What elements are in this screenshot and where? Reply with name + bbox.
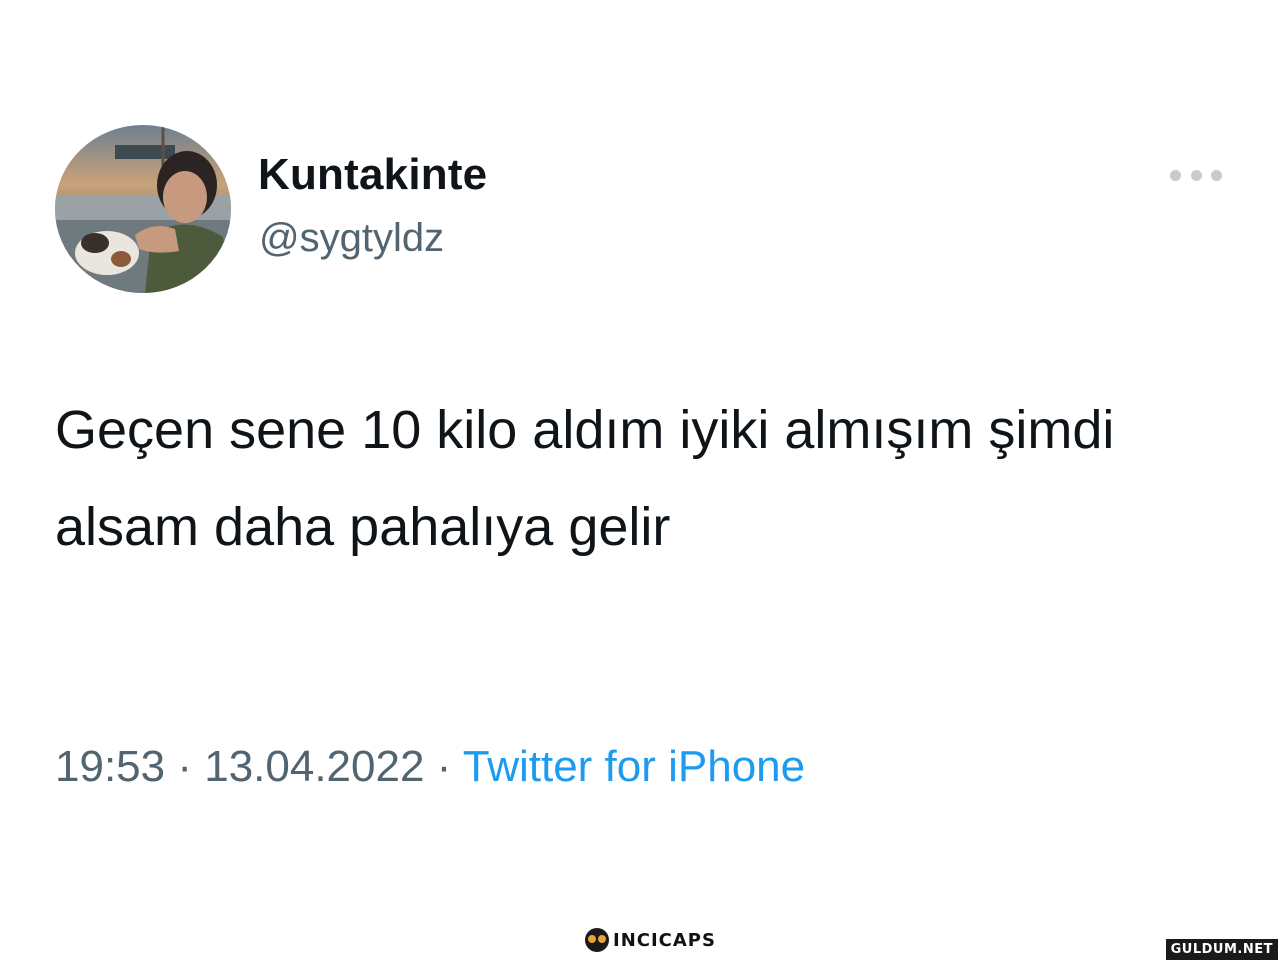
tweet-card: Kuntakinte @sygtyldz Geçen sene 10 kilo … — [0, 0, 1280, 962]
user-handle[interactable]: @sygtyldz — [259, 216, 444, 261]
brand-watermark: INCICAPS — [585, 928, 716, 952]
brand-watermark-text: INCICAPS — [613, 929, 716, 951]
more-horizontal-icon[interactable] — [1170, 164, 1222, 186]
more-dot — [1170, 169, 1181, 181]
more-dot — [1190, 169, 1202, 181]
tweet-date[interactable]: 13.04.2022 — [204, 742, 424, 791]
more-dot — [1211, 169, 1222, 181]
display-name[interactable]: Kuntakinte — [258, 150, 487, 200]
tweet-text: Geçen sene 10 kilo aldım iyiki almışım ş… — [55, 400, 1115, 557]
tweet-meta: 19:53 · 13.04.2022 · Twitter for iPhone — [55, 742, 805, 792]
meta-separator: · — [165, 742, 205, 791]
tweet-time[interactable]: 19:53 — [55, 742, 165, 791]
avatar[interactable] — [55, 125, 231, 293]
site-watermark: GULDUM.NET — [1165, 939, 1278, 960]
meta-separator: · — [424, 742, 463, 791]
owl-icon — [585, 928, 609, 952]
tweet-source-link[interactable]: Twitter for iPhone — [463, 742, 805, 791]
